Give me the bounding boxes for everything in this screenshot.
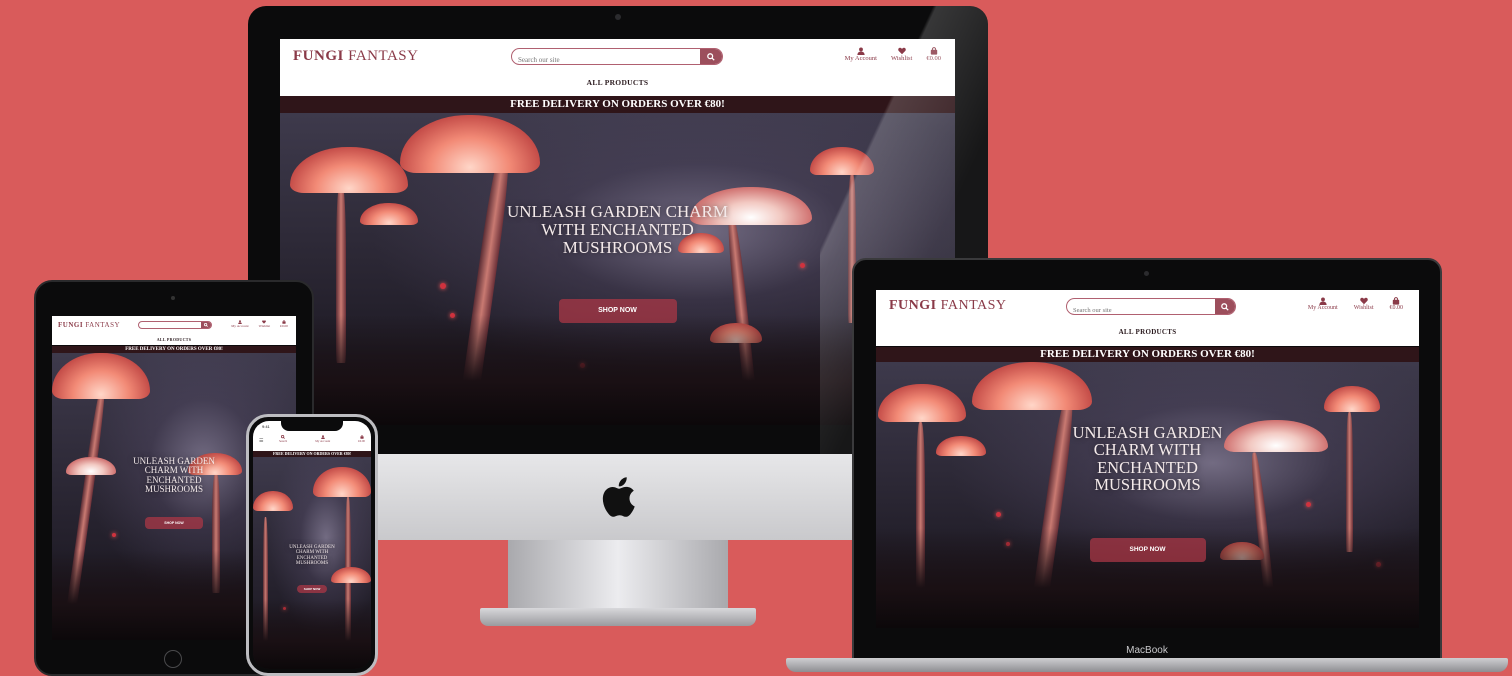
my-account-link[interactable]: My Account [315,435,330,443]
my-account-label: My Account [315,439,331,443]
ipad-camera [171,296,175,300]
search-bar [1066,298,1236,315]
shop-now-button[interactable]: SHOP NOW [145,517,203,529]
heart-icon [897,47,906,55]
site-header: FUNGI FANTASY My Account Wishlist €0.00 … [280,39,955,96]
macbook-base [786,658,1508,672]
search-icon [1221,302,1229,311]
imac-stand [508,540,728,612]
header-nav: My Account Wishlist €0.00 [231,320,288,328]
iphone-notch [281,419,343,431]
logo-bold: FUNGI [58,321,84,329]
my-account-link[interactable]: My Account [1308,297,1338,311]
imac-camera [615,14,621,20]
shopping-bag-link[interactable]: €0.00 [1389,297,1404,311]
hero-section: UNLEASH GARDEN CHARM WITH ENCHANTED MUSH… [253,457,371,669]
macbook-screen: FUNGI FANTASY My Account Wishlist €0.00 … [876,290,1419,628]
site-header: FUNGI FANTASY My Account Wishlist €0.00 … [52,316,296,345]
my-account-link[interactable]: My Account [231,320,249,328]
iphone-screen: 9:41 ☰ Search My Account €0.00 FREE DELI… [253,421,371,669]
shopping-bag-link[interactable]: €0.00 [280,320,288,328]
status-time: 9:41 [262,424,270,429]
bag-total: €0.00 [358,439,365,443]
header-nav: My Account Wishlist €0.00 [1308,297,1403,311]
my-account-label: My Account [1307,305,1338,311]
user-icon [1319,297,1327,305]
bag-total: €0.00 [1389,305,1404,311]
site-logo[interactable]: FUNGI FANTASY [58,321,120,329]
all-products-link[interactable]: ALL PRODUCTS [876,328,1419,336]
all-products-link[interactable]: ALL PRODUCTS [280,78,955,87]
search-button[interactable] [201,322,211,328]
search-icon [204,323,208,327]
apple-logo-icon [602,477,635,517]
menu-icon[interactable]: ☰ [259,438,263,444]
hero-tagline: UNLEASH GARDEN CHARM WITH ENCHANTED MUSH… [253,545,371,566]
search-input[interactable] [512,52,722,64]
wishlist-label: Wishlist [1353,305,1374,311]
my-account-label: My Account [231,324,249,328]
bag-total: €0.00 [926,55,941,62]
header-nav: Search My Account €0.00 [279,435,365,443]
wishlist-link[interactable]: Wishlist [891,47,912,62]
user-icon [857,47,865,55]
free-delivery-banner: FREE DELIVERY ON ORDERS OVER €80! [876,347,1419,362]
search-bar [511,48,723,65]
logo-rest: FANTASY [343,48,419,64]
search-label: Search [279,439,288,443]
hero-line-1: UNLEASH GARDEN [1072,423,1223,442]
hero-tagline: UNLEASH GARDEN CHARM WITH ENCHANTED MUSH… [280,203,955,257]
my-account-link[interactable]: My Account [845,47,877,62]
mushroom-art [876,362,1419,628]
macbook-label: MacBook [1126,645,1168,656]
wishlist-label: Wishlist [890,55,913,62]
my-account-label: My Account [844,55,877,62]
shopping-bag-icon [930,47,937,55]
bag-total: €0.00 [280,324,288,328]
search-button[interactable] [700,49,722,64]
logo-bold: FUNGI [293,48,344,64]
hero-line-3: MUSHROOMS [562,237,673,257]
free-delivery-banner: FREE DELIVERY ON ORDERS OVER €80! [280,96,955,113]
ipad-home-button[interactable] [164,650,182,668]
header-nav: My Account Wishlist €0.00 [845,47,941,62]
search-input[interactable] [1067,303,1235,314]
hero-line-4: MUSHROOMS [1094,474,1201,494]
site-logo[interactable]: FUNGI FANTASY [293,48,418,65]
macbook-camera [1144,271,1149,276]
logo-bold: FUNGI [889,298,937,313]
search-button[interactable] [1215,299,1235,314]
wishlist-link[interactable]: Wishlist [258,320,271,328]
logo-rest: FANTASY [83,321,121,329]
search-bar [138,321,212,329]
hero-line-2: CHARM WITH [1093,440,1202,460]
search-link[interactable]: Search [279,435,287,443]
hero-section: UNLEASH GARDEN CHARM WITH ENCHANTED MUSH… [876,362,1419,628]
hero-line-1: UNLEASH GARDEN CHARM [506,202,728,221]
all-products-link[interactable]: ALL PRODUCTS [52,337,296,342]
shopping-bag-icon [1393,297,1400,305]
shopping-bag-link[interactable]: €0.00 [926,47,941,62]
hero-line-2: WITH ENCHANTED [541,219,694,239]
wishlist-label: Wishlist [258,324,271,328]
heart-icon [1359,297,1368,305]
shop-now-button[interactable]: SHOP NOW [297,585,327,593]
search-icon [707,52,715,61]
logo-rest: FANTASY [936,298,1007,313]
shopping-bag-link[interactable]: €0.00 [358,435,365,443]
hero-line-4: MUSHROOMS [295,560,329,566]
wishlist-link[interactable]: Wishlist [1354,297,1374,311]
shop-now-button[interactable]: SHOP NOW [1089,538,1206,562]
hero-line-3: ENCHANTED [1097,457,1198,477]
hero-tagline: UNLEASH GARDEN CHARM WITH ENCHANTED MUSH… [876,423,1419,494]
imac-stand-foot [480,608,756,626]
free-delivery-banner: FREE DELIVERY ON ORDERS OVER €80! [52,346,296,353]
site-header: FUNGI FANTASY My Account Wishlist €0.00 … [876,290,1419,346]
shop-now-button[interactable]: SHOP NOW [558,299,677,323]
site-logo[interactable]: FUNGI FANTASY [889,298,1007,314]
